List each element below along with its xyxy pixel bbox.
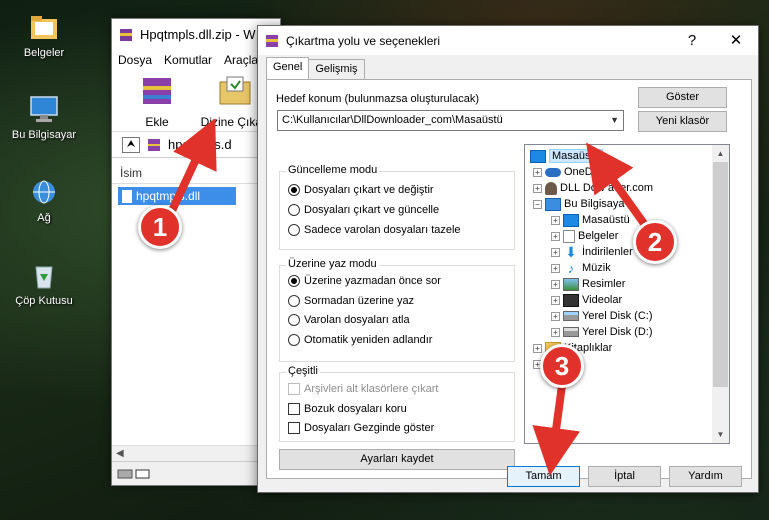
step-badge-2: 2: [633, 220, 677, 264]
arrow-3: [532, 377, 580, 476]
arrow-2: [586, 142, 654, 235]
step-badge-1: 1: [138, 205, 182, 249]
step-badge-3: 3: [540, 344, 584, 388]
tab-general[interactable]: Genel: [266, 57, 310, 79]
arrow-1: [166, 118, 217, 217]
